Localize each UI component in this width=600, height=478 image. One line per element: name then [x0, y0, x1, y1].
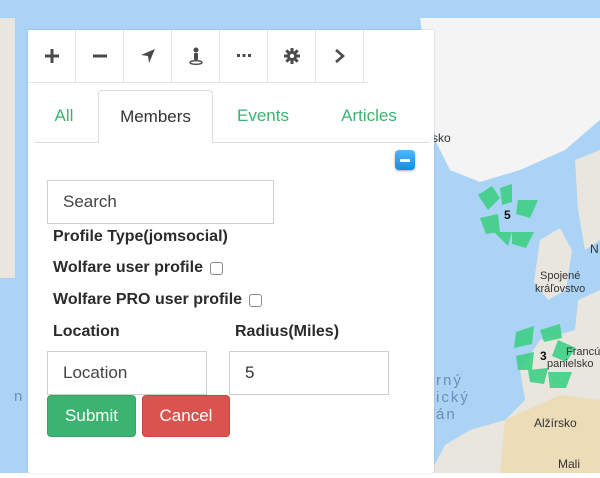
- location-label: Location: [53, 323, 120, 340]
- map-toolbar: [28, 30, 368, 83]
- user-profile-checkbox[interactable]: [209, 261, 223, 275]
- locate-button[interactable]: [124, 30, 172, 82]
- map-label-kralovstvo: kráľovstvo: [535, 283, 586, 295]
- land-left-edge: [0, 18, 15, 278]
- zoom-in-button[interactable]: [28, 30, 76, 82]
- profile-type-label: Profile Type(jomsocial): [53, 228, 228, 245]
- option-user-profile[interactable]: Wolfare user profile: [53, 259, 223, 277]
- tab-events[interactable]: Events: [222, 90, 304, 142]
- tab-all[interactable]: All: [34, 90, 94, 142]
- tab-articles[interactable]: Articles: [319, 90, 419, 142]
- map-label-spanielsko: panielsko: [547, 358, 594, 370]
- option-pro-profile-label: Wolfare PRO user profile: [53, 291, 243, 308]
- search-input[interactable]: [47, 180, 274, 224]
- tab-members[interactable]: Members: [98, 90, 213, 143]
- location-input[interactable]: [47, 351, 207, 395]
- chevron-right-icon: [334, 49, 345, 63]
- map-label-spojene: Spojené: [540, 270, 581, 282]
- search-panel: All Members Events Articles Profile Type…: [28, 30, 434, 473]
- gear-icon: [283, 48, 300, 64]
- map-sea-label-1: rný: [436, 372, 463, 389]
- map-label-alzirsko: Alžírsko: [534, 416, 577, 430]
- map-label-sko: sko: [432, 131, 451, 145]
- zoom-out-icon: [92, 54, 107, 58]
- map-sea-label-2: ický: [436, 389, 470, 406]
- option-pro-profile[interactable]: Wolfare PRO user profile: [53, 291, 263, 309]
- map-label-mali: Mali: [558, 457, 581, 471]
- option-user-profile-label: Wolfare user profile: [53, 259, 203, 276]
- pro-profile-checkbox[interactable]: [249, 293, 263, 307]
- map-sea-label-3: án: [436, 406, 457, 423]
- zoom-in-icon: [44, 49, 59, 63]
- settings-button[interactable]: [268, 30, 316, 82]
- map-label-francuzsko: Francúzs: [566, 346, 600, 358]
- cancel-button[interactable]: Cancel: [142, 395, 230, 437]
- cluster-count-south[interactable]: 3: [540, 349, 547, 363]
- locate-icon: [140, 49, 155, 63]
- map-label-edge-n2: N: [590, 242, 599, 256]
- zoom-out-button[interactable]: [76, 30, 124, 82]
- tab-bar: All Members Events Articles: [34, 90, 430, 143]
- street-view-icon: [188, 47, 203, 65]
- collapse-button[interactable]: [395, 150, 415, 170]
- radius-input[interactable]: [229, 351, 389, 395]
- map-sea-label-edge: n: [14, 388, 25, 405]
- cluster-count-north[interactable]: 5: [504, 208, 511, 222]
- expand-button[interactable]: [316, 30, 364, 82]
- submit-button[interactable]: Submit: [47, 395, 136, 437]
- more-button[interactable]: [220, 30, 268, 82]
- minus-icon: [400, 158, 410, 162]
- more-icon: [236, 54, 251, 57]
- radius-label: Radius(Miles): [235, 323, 340, 340]
- street-view-button[interactable]: [172, 30, 220, 82]
